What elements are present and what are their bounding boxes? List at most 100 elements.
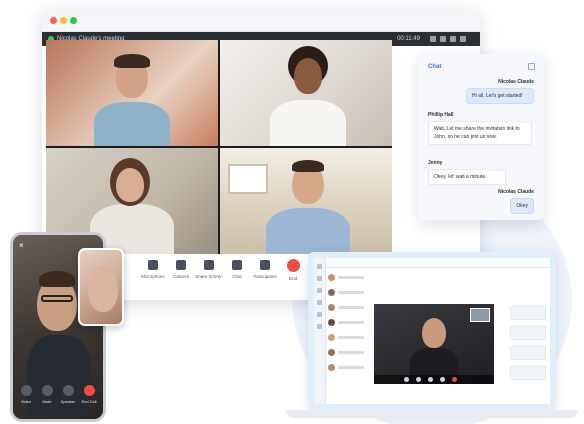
self-view-pip[interactable] xyxy=(78,248,124,326)
fullscreen-icon[interactable] xyxy=(460,36,466,42)
phone-video-label: Video xyxy=(20,399,32,404)
side-card xyxy=(510,346,546,360)
list-item-text xyxy=(338,291,364,294)
list-item[interactable] xyxy=(328,332,368,344)
list-item-text xyxy=(338,276,364,279)
list-item-text xyxy=(338,366,364,369)
meeting-timer: 00:11:49 xyxy=(397,36,420,42)
end-label: End xyxy=(288,276,297,281)
list-item[interactable] xyxy=(328,347,368,359)
list-item[interactable] xyxy=(328,302,368,314)
speaker-icon xyxy=(62,385,74,396)
phone-video-button[interactable]: Video xyxy=(17,385,35,404)
message-sender: Jenny xyxy=(428,160,443,166)
video-icon xyxy=(20,385,32,396)
nav-icon[interactable] xyxy=(317,276,322,281)
phone-end-call-label: End Call xyxy=(81,399,97,404)
grid-view-icon[interactable] xyxy=(430,36,436,42)
participant-1-body xyxy=(94,102,170,146)
phone-speaker-button[interactable]: Speaker xyxy=(59,385,77,404)
avatar xyxy=(328,334,335,341)
list-item-text xyxy=(338,306,364,309)
laptop-topbar xyxy=(326,258,550,268)
participant-3-head xyxy=(116,168,144,202)
caller-hair xyxy=(39,271,75,287)
end-call-icon[interactable] xyxy=(452,377,457,382)
avatar xyxy=(328,349,335,356)
list-item-text xyxy=(338,336,364,339)
nav-icon[interactable] xyxy=(317,312,322,317)
list-item[interactable] xyxy=(328,317,368,329)
participant-4-hair xyxy=(292,160,324,172)
phone-speaker-label: Speaker xyxy=(60,399,76,404)
avatar xyxy=(328,364,335,371)
message-bubble: Okey, let' wait a minute. xyxy=(428,169,506,185)
chat-icon xyxy=(232,260,242,270)
chat-title: Chat xyxy=(428,64,442,70)
message-bubble: Hi all, Let's get started! xyxy=(466,88,534,104)
close-window-button[interactable] xyxy=(50,17,57,24)
avatar xyxy=(328,274,335,281)
self-view-face xyxy=(88,266,118,312)
end-meeting-button[interactable]: End xyxy=(274,259,312,281)
end-call-icon xyxy=(286,259,300,272)
mute-icon xyxy=(41,385,53,396)
laptop-screen xyxy=(308,252,556,410)
camera-icon xyxy=(176,260,186,270)
camera-icon[interactable] xyxy=(416,377,421,382)
phone-call-controls: Video Mute Speaker End Call xyxy=(13,385,103,413)
phone-mute-button[interactable]: Mute xyxy=(38,385,56,404)
expand-chat-icon[interactable] xyxy=(528,63,535,70)
message-sender: Nicolas Claude xyxy=(498,189,534,195)
laptop-side-panel xyxy=(510,306,546,386)
nav-icon[interactable] xyxy=(317,324,322,329)
laptop-base xyxy=(286,410,578,418)
list-item[interactable] xyxy=(328,287,368,299)
video-tile-participant-4[interactable] xyxy=(220,148,392,254)
message-sender: Phillip Hall xyxy=(428,112,454,118)
close-icon[interactable]: × xyxy=(19,241,24,251)
window-titlebar xyxy=(42,10,480,32)
list-item-text xyxy=(338,321,364,324)
participant-2-body xyxy=(270,100,346,146)
chat-panel: Chat Nicolas Claude Hi all, Let's get st… xyxy=(418,54,544,220)
list-item[interactable] xyxy=(328,272,368,284)
bookshelf xyxy=(228,164,268,194)
laptop-pip xyxy=(470,308,490,322)
video-tile-participant-2[interactable] xyxy=(220,40,392,146)
list-item[interactable] xyxy=(328,362,368,374)
message-bubble: Okey xyxy=(510,198,534,214)
side-card xyxy=(510,306,546,320)
nav-icon[interactable] xyxy=(317,300,322,305)
microphone-icon xyxy=(148,260,158,270)
end-call-icon xyxy=(83,385,95,396)
maximize-window-button[interactable] xyxy=(70,17,77,24)
glasses-icon xyxy=(41,295,73,302)
layout-icon[interactable] xyxy=(440,36,446,42)
laptop-sidebar xyxy=(314,258,326,404)
phone-end-call-button[interactable]: End Call xyxy=(80,385,98,404)
side-card xyxy=(510,366,546,380)
participant-2-head xyxy=(294,58,322,94)
participant-4-body xyxy=(266,208,350,254)
chat-icon[interactable] xyxy=(440,377,445,382)
minimize-window-button[interactable] xyxy=(60,17,67,24)
nav-icon[interactable] xyxy=(317,288,322,293)
settings-icon[interactable] xyxy=(450,36,456,42)
video-grid xyxy=(46,40,392,254)
microphone-icon[interactable] xyxy=(404,377,409,382)
share-screen-icon[interactable] xyxy=(428,377,433,382)
laptop-video-call[interactable] xyxy=(374,304,494,384)
list-item-text xyxy=(338,351,364,354)
phone-mute-label: Mute xyxy=(42,399,52,404)
video-tile-participant-1[interactable] xyxy=(46,40,218,146)
participants-icon xyxy=(260,260,270,270)
avatar xyxy=(328,319,335,326)
side-card xyxy=(510,326,546,340)
message-sender: Nicolas Claude xyxy=(498,79,534,85)
avatar xyxy=(328,289,335,296)
message-bubble: Wait, Let me share the invitation link t… xyxy=(428,121,532,145)
laptop-contact-list xyxy=(328,272,368,377)
nav-icon[interactable] xyxy=(317,264,322,269)
laptop-call-controls xyxy=(374,375,494,384)
